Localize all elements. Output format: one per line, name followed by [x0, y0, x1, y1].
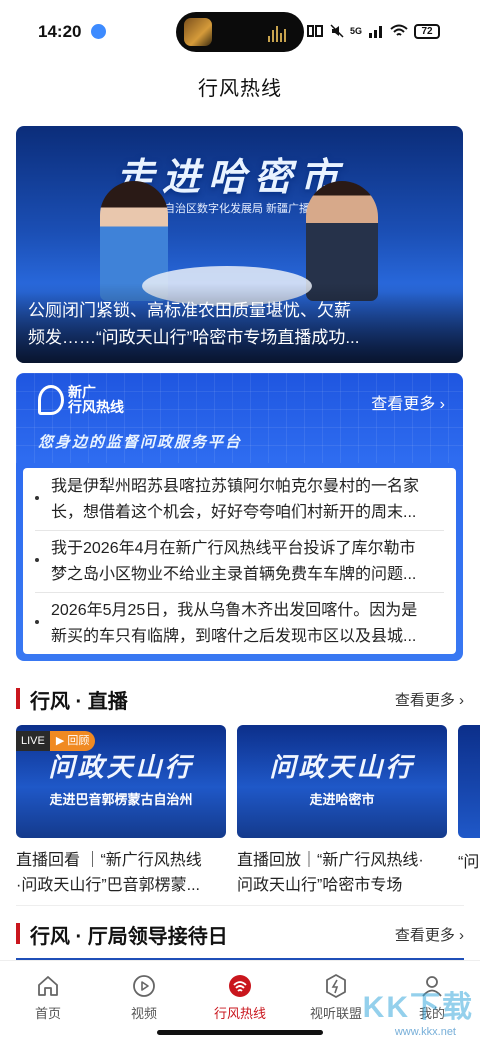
- app-notification-icon: [91, 24, 106, 39]
- hotline-card: 新广 行风热线 查看更多 › 您身边的监督问政服务平台 我是伊犁州昭苏县喀拉苏镇…: [16, 373, 463, 661]
- featured-banner[interactable]: 走进哈密市 自治区数字化发展局 新疆广播电 公厕闭门紧锁、高标准农田质量堪忧、欠…: [16, 126, 463, 363]
- banner-subtitle-art: 自治区数字化发展局 新疆广播电: [164, 203, 322, 215]
- live-card-title-line: ·问政天山行”巴音郭楞蒙...: [16, 877, 200, 894]
- hotline-item-text: 2026年5月25日，我从乌鲁木齐出发回喀什。因为是: [51, 602, 418, 619]
- watermark-logo: KK下载: [362, 991, 474, 1024]
- live-card-peek-title: “问 克自: [458, 854, 480, 871]
- signal-icon: [369, 26, 382, 38]
- live-card-thumbnail: 问政天山行 走进哈密市: [237, 725, 447, 838]
- live-card-thumbnail: 问政天山行 走进巴音郭楞蒙古自治州 LIVE ▶ 回顾: [16, 725, 226, 838]
- reception-more-link[interactable]: 查看更多 ›: [395, 924, 464, 945]
- hotline-item-text: 我是伊犁州昭苏县喀拉苏镇阿尔帕克尔曼村的一名家: [51, 478, 420, 495]
- mute-icon: [330, 24, 344, 38]
- banner-caption-line: 公厕闭门紧锁、高标准农田质量堪忧、欠薪: [28, 301, 351, 320]
- watermark-url: www.kkx.net: [394, 1026, 456, 1038]
- live-card-title: 直播回放｜“新广行风热线· 问政天山行”哈密市专场: [237, 848, 447, 898]
- home-indicator[interactable]: [157, 1030, 323, 1035]
- live-card[interactable]: 问政天山行 走进巴音郭楞蒙古自治州 LIVE ▶ 回顾 直播回看 ｜“新广行风热…: [16, 725, 226, 898]
- tab-video[interactable]: 视频: [96, 973, 192, 1022]
- hotline-more-link[interactable]: 查看更多 ›: [371, 390, 445, 414]
- tab-label: 视频: [130, 1006, 157, 1021]
- audio-wave-icon: [268, 24, 290, 42]
- hotline-logo-line: 行风热线: [68, 399, 124, 415]
- hotline-list-item[interactable]: 2026年5月25日，我从乌鲁木齐出发回喀什。因为是 新买的车只有临牌，到喀什之…: [23, 592, 456, 654]
- tab-hotline[interactable]: 行风热线: [192, 973, 288, 1022]
- hotline-logo: 新广 行风热线: [38, 385, 124, 415]
- live-card-title-line: 问政天山行”哈密市专场: [237, 877, 403, 894]
- bolt-icon: [326, 974, 346, 998]
- thumbnail-art-title: 问政天山行: [269, 752, 415, 782]
- hotline-list-item[interactable]: 我于2026年4月在新广行风热线平台投诉了库尔勒市 梦之岛小区物业不给业主录首辆…: [23, 530, 456, 592]
- hotline-item-text: 我于2026年4月在新广行风热线平台投诉了库尔勒市: [51, 540, 416, 557]
- live-card-peek[interactable]: [458, 725, 480, 838]
- network-type-label: 5G: [349, 26, 362, 36]
- hotline-item-text: 新买的车只有临牌，到喀什之后发现市区以及县城...: [51, 628, 417, 645]
- hotline-logo-icon: [38, 385, 64, 415]
- hotline-icon: [229, 975, 251, 997]
- banner-caption-line: 频发……“问政天山行”哈密市专场直播成功...: [28, 328, 360, 347]
- live-card-title-line: 直播回看 ｜“新广行风热线: [16, 852, 202, 869]
- live-badge: LIVE ▶ 回顾: [16, 731, 96, 751]
- thumbnail-art-subtitle: 走进巴音郭楞蒙古自治州: [49, 792, 193, 807]
- live-more-link[interactable]: 查看更多 ›: [395, 689, 464, 710]
- nfc-icon: [306, 25, 323, 37]
- section-divider: [16, 905, 464, 906]
- status-icons: 5G 72: [306, 22, 440, 40]
- dynamic-island[interactable]: [176, 12, 304, 52]
- battery-indicator: 72: [414, 23, 440, 39]
- reception-section-header: 行风 · 厅局领导接待日 查看更多 ›: [16, 920, 464, 948]
- live-card[interactable]: 问政天山行 走进哈密市 直播回放｜“新广行风热线· 问政天山行”哈密市专场: [237, 725, 447, 898]
- live-label: LIVE: [16, 731, 50, 751]
- replay-label: ▶ 回顾: [49, 731, 96, 751]
- section-title: 行风 · 厅局领导接待日: [30, 926, 228, 948]
- wifi-icon: [390, 24, 408, 36]
- hotline-logo-line: 新广: [68, 384, 96, 400]
- status-time: 14:20: [38, 22, 82, 41]
- hotline-item-text: 长，想借着这个机会，好好夸夸咱们村新开的周末...: [51, 504, 417, 521]
- hotline-item-text: 梦之岛小区物业不给业主录首辆免费车车牌的问题...: [51, 566, 417, 583]
- section-title: 行风 · 直播: [30, 691, 128, 713]
- status-bar: 14:20 5G 72: [0, 0, 480, 62]
- section-accent-bar: [16, 688, 20, 709]
- section-accent-bar: [16, 923, 20, 944]
- tab-home[interactable]: 首页: [0, 973, 96, 1022]
- hotline-list-item[interactable]: 我是伊犁州昭苏县喀拉苏镇阿尔帕克尔曼村的一名家 长，想借着这个机会，好好夸夸咱们…: [23, 468, 456, 530]
- tab-label: 首页: [34, 1006, 61, 1021]
- live-card-title: 直播回看 ｜“新广行风热线 ·问政天山行”巴音郭楞蒙...: [16, 848, 226, 898]
- live-section-header: 行风 · 直播 查看更多 ›: [16, 685, 464, 713]
- play-icon: [133, 975, 155, 997]
- hotline-slogan: 您身边的监督问政服务平台: [38, 434, 243, 451]
- home-icon: [38, 976, 58, 996]
- thumbnail-art-subtitle: 走进哈密市: [309, 792, 375, 807]
- now-playing-thumbnail: [184, 18, 212, 46]
- hotline-list: 我是伊犁州昭苏县喀拉苏镇阿尔帕克尔曼村的一名家 长，想借着这个机会，好好夸夸咱们…: [23, 468, 456, 654]
- live-card-title-line: 直播回放｜“新广行风热线·: [237, 852, 424, 869]
- tab-label: 行风热线: [213, 1006, 266, 1021]
- banner-caption: 公厕闭门紧锁、高标准农田质量堪忧、欠薪 频发……“问政天山行”哈密市专场直播成功…: [28, 297, 450, 351]
- thumbnail-art-title: 问政天山行: [48, 752, 194, 782]
- page-title: 行风热线: [198, 78, 282, 100]
